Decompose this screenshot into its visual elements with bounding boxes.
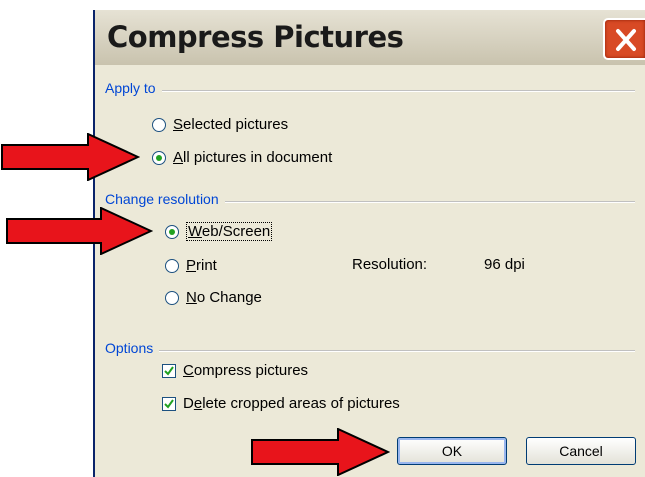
arrow-icon-all-pictures bbox=[1, 133, 140, 181]
radio-circle[interactable] bbox=[165, 258, 179, 273]
dialog-body: Apply to Selected pictures All pictures … bbox=[95, 65, 645, 477]
radio-selected-pictures[interactable]: Selected pictures bbox=[152, 116, 288, 133]
apply-to-label: Apply to bbox=[105, 80, 162, 96]
arrow-icon-web-screen bbox=[6, 207, 153, 255]
radio-web-screen[interactable]: Web/Screen bbox=[165, 222, 273, 241]
close-icon bbox=[616, 29, 636, 51]
radio-circle-selected[interactable] bbox=[152, 150, 166, 165]
change-resolution-label: Change resolution bbox=[105, 191, 225, 207]
dialog-title: Compress Pictures bbox=[107, 20, 404, 54]
radio-circle[interactable] bbox=[165, 290, 179, 305]
option-label: Print bbox=[186, 257, 217, 274]
radio-circle-selected[interactable] bbox=[165, 224, 179, 239]
checkbox-box[interactable] bbox=[162, 396, 176, 411]
arrow-icon-ok bbox=[251, 428, 390, 476]
compress-pictures-dialog: Compress Pictures Apply to Selected pict… bbox=[93, 10, 645, 477]
resolution-value: 96 dpi bbox=[484, 256, 525, 273]
resolution-label: Resolution: bbox=[352, 256, 428, 273]
options-label: Options bbox=[105, 340, 160, 356]
radio-circle[interactable] bbox=[152, 117, 166, 132]
option-label: Delete cropped areas of pictures bbox=[183, 395, 400, 412]
option-label: Web/Screen bbox=[186, 222, 273, 241]
checkbox-compress-pictures[interactable]: Compress pictures bbox=[162, 362, 308, 379]
ok-button[interactable]: OK bbox=[397, 437, 507, 465]
radio-no-change[interactable]: No Change bbox=[165, 289, 262, 306]
apply-to-divider bbox=[105, 90, 635, 92]
checkmark-icon bbox=[164, 398, 174, 409]
title-bar[interactable]: Compress Pictures bbox=[95, 10, 645, 65]
option-label: All pictures in document bbox=[173, 149, 333, 166]
checkbox-delete-cropped[interactable]: Delete cropped areas of pictures bbox=[162, 395, 400, 412]
option-label: No Change bbox=[186, 289, 262, 306]
option-label: Compress pictures bbox=[183, 362, 309, 379]
radio-print[interactable]: Print bbox=[165, 257, 217, 274]
options-divider bbox=[105, 350, 635, 352]
option-label: Selected pictures bbox=[173, 116, 289, 133]
radio-all-pictures[interactable]: All pictures in document bbox=[152, 149, 332, 166]
checkbox-box[interactable] bbox=[162, 363, 176, 378]
checkmark-icon bbox=[164, 365, 174, 376]
cancel-button[interactable]: Cancel bbox=[526, 437, 636, 465]
close-button[interactable] bbox=[603, 18, 645, 60]
